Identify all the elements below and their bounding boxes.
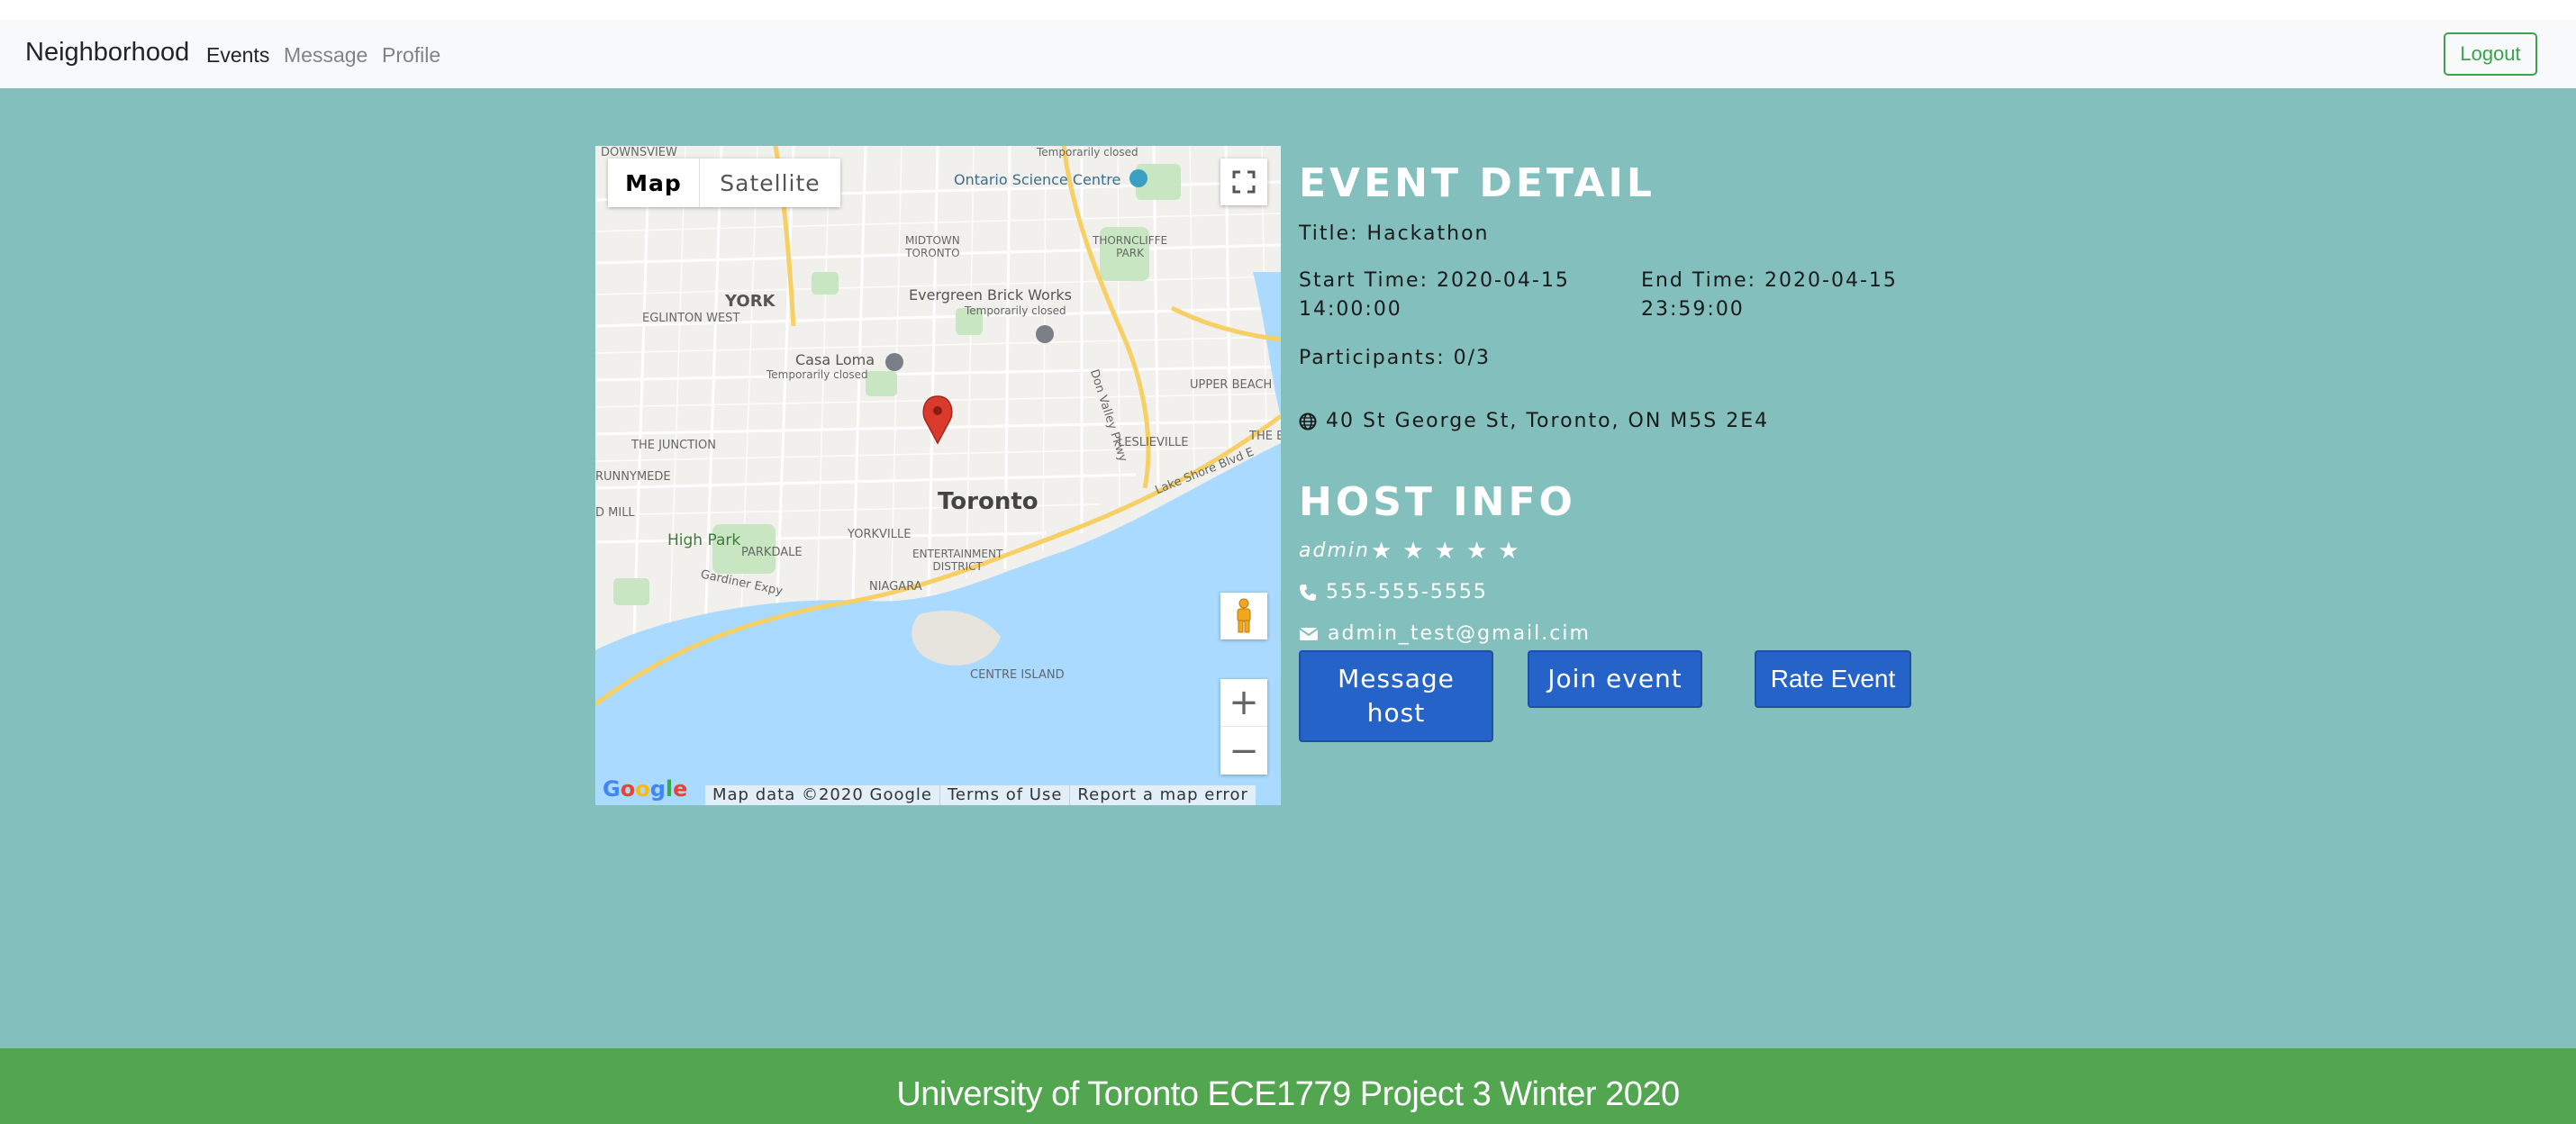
fullscreen-icon <box>1232 170 1256 194</box>
map-label-midtown-toronto: MIDTOWN TORONTO <box>905 234 960 259</box>
event-participants: Participants: 0/3 <box>1299 347 1492 369</box>
map-label-high-park: High Park <box>667 531 741 549</box>
message-host-button[interactable]: Message host <box>1299 650 1493 742</box>
map-label-entertainment-district: ENTERTAINMENT DISTRICT <box>912 548 1003 573</box>
message-host-label-line2: host <box>1366 698 1426 728</box>
host-info-heading: HOST INFO <box>1299 479 1576 525</box>
host-email: admin_test@gmail.cim <box>1328 622 1591 645</box>
event-end-time-label: End Time: 2020-04-15 <box>1641 269 1898 292</box>
nav-link-message[interactable]: Message <box>284 43 367 68</box>
fullscreen-button[interactable] <box>1220 159 1267 205</box>
map-label-thorncliffe-park: THORNCLIFFE PARK <box>1093 234 1168 259</box>
logout-button[interactable]: Logout <box>2444 32 2537 76</box>
map-label-casa-loma: Casa Loma <box>795 351 875 368</box>
map-label-temporarily-closed-osc: Temporarily closed <box>1037 146 1138 159</box>
event-address-row: 40 St George St, Toronto, ON M5S 2E4 <box>1299 407 1769 436</box>
footer-text: University of Toronto ECE1779 Project 3 … <box>896 1075 1680 1113</box>
map-data-attribution: Map data ©2020 Google <box>712 785 932 804</box>
pegman-icon <box>1237 598 1251 633</box>
map-label-upper-beach: UPPER BEACH <box>1190 378 1273 392</box>
envelope-icon <box>1299 628 1319 640</box>
map-label-the-b: THE B <box>1249 430 1281 443</box>
map-type-control: Map Satellite <box>608 159 840 207</box>
host-phone: 555-555-5555 <box>1326 581 1488 603</box>
globe-icon <box>1299 412 1317 431</box>
map-attribution: Map data ©2020 Google Terms of Use Repor… <box>705 785 1256 805</box>
map-label-city: Toronto <box>938 488 1039 515</box>
map-label-evergreen-brick-works: Evergreen Brick Works <box>909 286 1073 304</box>
map-label-runnymede: RUNNYMEDE <box>595 470 671 484</box>
street-view-pegman-button[interactable] <box>1220 593 1267 639</box>
zoom-out-button[interactable]: − <box>1220 727 1267 775</box>
nav-link-events[interactable]: Events <box>206 43 269 68</box>
report-map-error-link[interactable]: Report a map error <box>1069 785 1255 805</box>
navbar: Neighborhood Events Message Profile Logo… <box>0 20 2576 88</box>
brand[interactable]: Neighborhood <box>25 38 189 68</box>
google-logo: Google <box>603 776 688 802</box>
star-icon: ★ <box>1434 538 1457 565</box>
event-address: 40 St George St, Toronto, ON M5S 2E4 <box>1326 410 1770 432</box>
phone-icon <box>1300 585 1316 601</box>
map-label-leslieville: LESLIEVILLE <box>1118 436 1189 449</box>
host-phone-row: 555-555-5555 <box>1299 578 1488 607</box>
event-title: Title: Hackathon <box>1299 222 1490 245</box>
terms-of-use-link[interactable]: Terms of Use <box>939 785 1069 805</box>
map-label-yorkville: YORKVILLE <box>848 528 912 541</box>
map-label-the-junction: THE JUNCTION <box>631 439 716 452</box>
event-start-time-label: Start Time: 2020-04-15 <box>1299 269 1570 292</box>
event-detail-heading: EVENT DETAIL <box>1299 160 1655 206</box>
map-label-niagara: NIAGARA <box>869 580 922 594</box>
map-label-york: YORK <box>725 292 776 311</box>
map-label-centre-island: CENTRE ISLAND <box>970 668 1065 682</box>
zoom-in-button[interactable]: + <box>1220 679 1267 727</box>
message-host-label-line1: Message <box>1338 664 1455 693</box>
host-name: admin <box>1299 539 1370 562</box>
map-type-satellite-button[interactable]: Satellite <box>700 159 840 207</box>
map-label-mill: D MILL <box>595 506 635 520</box>
host-email-row: admin_test@gmail.cim <box>1299 620 1591 648</box>
main-content: DOWNSVIEW YORK EGLINTON WEST THE JUNCTIO… <box>0 88 2576 1048</box>
map-label-parkdale: PARKDALE <box>741 546 803 559</box>
map-label-temporarily-closed-ebw: Temporarily closed <box>965 304 1066 317</box>
event-end-time-value: 23:59:00 <box>1641 298 1745 321</box>
star-icon: ★ <box>1465 538 1490 565</box>
page-footer: University of Toronto ECE1779 Project 3 … <box>0 1048 2576 1124</box>
event-map[interactable]: DOWNSVIEW YORK EGLINTON WEST THE JUNCTIO… <box>595 146 1281 805</box>
host-rating: ★ ★ ★ ★ ★ <box>1371 538 1521 565</box>
star-icon: ★ <box>1498 538 1521 565</box>
nav-link-profile[interactable]: Profile <box>382 43 440 68</box>
map-label-temporarily-closed-casa: Temporarily closed <box>766 368 868 381</box>
map-label-eglinton-west: EGLINTON WEST <box>642 312 740 325</box>
star-icon: ★ <box>1371 538 1394 565</box>
event-start-time-value: 14:00:00 <box>1299 298 1402 321</box>
rate-event-button[interactable]: Rate Event <box>1755 650 1911 708</box>
map-label-ontario-science-centre: Ontario Science Centre <box>954 171 1121 188</box>
map-label-downsview: DOWNSVIEW <box>601 146 677 159</box>
join-event-button[interactable]: Join event <box>1528 650 1702 708</box>
top-strip <box>0 0 2576 20</box>
zoom-control: + − <box>1220 679 1267 775</box>
star-icon: ★ <box>1402 538 1426 565</box>
map-type-map-button[interactable]: Map <box>608 159 700 207</box>
